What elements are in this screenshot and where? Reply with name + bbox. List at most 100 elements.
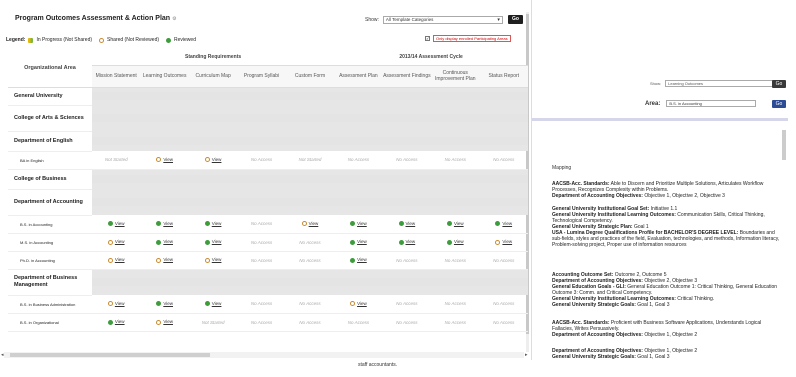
- reviewed-icon: [495, 221, 501, 227]
- shared-icon: [495, 239, 501, 245]
- legend: Legend: In Progress (Not Shared) Shared …: [6, 37, 196, 43]
- status-cell[interactable]: View: [382, 233, 432, 252]
- view-link[interactable]: View: [502, 239, 512, 244]
- view-link[interactable]: View: [115, 221, 125, 226]
- only-display-checkbox[interactable]: ✓: [425, 36, 430, 41]
- status-cell[interactable]: View: [92, 251, 141, 270]
- view-link[interactable]: View: [357, 257, 367, 262]
- status-cell[interactable]: View: [334, 233, 383, 252]
- bg-scrollbar[interactable]: [782, 130, 786, 160]
- status-cell: Not Started: [92, 151, 141, 170]
- section-fill: [92, 105, 528, 131]
- bg-area-go-button[interactable]: Go: [772, 100, 786, 108]
- table-row: B.S. in Business Administration View View V…: [8, 295, 528, 314]
- view-link[interactable]: View: [163, 301, 173, 306]
- view-link[interactable]: View: [163, 221, 173, 226]
- main-window: Program Outcomes Assessment & Action Pla…: [0, 0, 532, 360]
- status-cell[interactable]: View: [382, 215, 432, 234]
- column-header: Program Syllabi: [237, 65, 286, 88]
- horizontal-scrollbar[interactable]: [4, 352, 524, 358]
- status-cell[interactable]: View: [334, 295, 383, 314]
- view-link[interactable]: View: [454, 239, 464, 244]
- view-link[interactable]: View: [212, 301, 222, 306]
- status-cell[interactable]: View: [188, 151, 238, 170]
- program-name[interactable]: BA in English: [8, 151, 92, 170]
- program-name[interactable]: B.S. in Accounting: [8, 215, 92, 234]
- bg-show-select[interactable]: Learning Outcomes: [665, 80, 786, 87]
- bg-area-label: Area:: [645, 100, 661, 107]
- settings-icon[interactable]: ⚙: [172, 16, 176, 22]
- status-cell[interactable]: View: [140, 151, 189, 170]
- scroll-right-icon[interactable]: ▸: [525, 352, 528, 358]
- section-row: Department of Accounting: [8, 189, 528, 216]
- view-link[interactable]: View: [406, 239, 416, 244]
- view-link[interactable]: View: [357, 301, 367, 306]
- view-link[interactable]: View: [115, 301, 125, 306]
- bg-mapping-value: Goal 1, Goal 3: [635, 354, 670, 360]
- section-name: Department of Business Management: [8, 269, 92, 296]
- status-cell[interactable]: View: [140, 215, 189, 234]
- go-button[interactable]: Go: [508, 15, 523, 24]
- status-cell[interactable]: View: [431, 215, 480, 234]
- bg-mapping-value: Objective 1, Objective 2: [642, 332, 698, 338]
- status-cell[interactable]: View: [92, 215, 141, 234]
- status-cell[interactable]: View: [92, 233, 141, 252]
- bg-mapping-header: Mapping: [552, 165, 572, 171]
- status-cell[interactable]: View: [479, 233, 528, 252]
- view-link[interactable]: View: [115, 239, 125, 244]
- status-cell[interactable]: View: [92, 313, 141, 332]
- view-link[interactable]: View: [406, 221, 416, 226]
- view-link[interactable]: View: [115, 257, 125, 262]
- view-link[interactable]: View: [212, 221, 222, 226]
- column-header: Curriculum Map: [188, 65, 238, 88]
- legend-in-progress: In Progress (Not Shared): [36, 37, 93, 43]
- status-cell[interactable]: View: [431, 233, 480, 252]
- view-link[interactable]: View: [115, 319, 125, 324]
- status-cell[interactable]: View: [92, 295, 141, 314]
- view-link[interactable]: View: [163, 257, 173, 262]
- view-link[interactable]: View: [357, 221, 367, 226]
- status-cell: No Access: [237, 151, 286, 170]
- section-fill: [92, 169, 528, 189]
- shared-icon: [99, 37, 105, 43]
- status-cell[interactable]: View: [334, 251, 383, 270]
- program-name[interactable]: Ph.D. in Accounting: [8, 251, 92, 270]
- bg-mapping-block: General University Institutional Goal Se…: [552, 206, 782, 248]
- table-row: B.S. in Accounting View View View No Access V…: [8, 215, 528, 234]
- status-cell[interactable]: View: [479, 215, 528, 234]
- category-select[interactable]: All Template Categories: [382, 16, 503, 24]
- view-link[interactable]: View: [502, 221, 512, 226]
- status-cell[interactable]: View: [140, 313, 189, 332]
- status-cell[interactable]: View: [140, 233, 189, 252]
- horizontal-scrollbar-thumb[interactable]: [10, 353, 210, 357]
- status-cell: No Access: [479, 151, 528, 170]
- bg-mapping-value: Critical Thinking.: [675, 296, 715, 302]
- program-name[interactable]: B.S. in Organizational: [8, 313, 92, 332]
- view-link[interactable]: View: [212, 157, 222, 162]
- status-cell[interactable]: View: [140, 251, 189, 270]
- status-cell[interactable]: View: [140, 295, 189, 314]
- status-cell: No Access: [431, 251, 480, 270]
- program-name[interactable]: M.S. in Accounting: [8, 233, 92, 252]
- bg-area-select[interactable]: B.S. in Accounting: [666, 100, 757, 107]
- view-link[interactable]: View: [212, 239, 222, 244]
- status-cell[interactable]: View: [188, 251, 238, 270]
- page: Show: Learning Outcomes Go Area: B.S. in…: [0, 0, 796, 377]
- view-link[interactable]: View: [163, 157, 173, 162]
- status-cell[interactable]: View: [188, 295, 238, 314]
- view-link[interactable]: View: [163, 319, 173, 324]
- view-link[interactable]: View: [357, 239, 367, 244]
- view-link[interactable]: View: [309, 221, 319, 226]
- view-link[interactable]: View: [454, 221, 464, 226]
- status-cell[interactable]: View: [334, 215, 383, 234]
- view-link[interactable]: View: [163, 239, 173, 244]
- bg-go-button[interactable]: Go: [772, 80, 786, 88]
- program-name[interactable]: B.S. in Business Administration: [8, 295, 92, 314]
- status-cell[interactable]: View: [285, 215, 335, 234]
- page-title: Program Outcomes Assessment & Action Pla…: [15, 15, 177, 22]
- view-link[interactable]: View: [212, 257, 222, 262]
- status-cell[interactable]: View: [188, 233, 238, 252]
- section-name: Department of Accounting: [8, 189, 92, 216]
- status-cell[interactable]: View: [188, 215, 238, 234]
- section-name: Department of English: [8, 131, 92, 152]
